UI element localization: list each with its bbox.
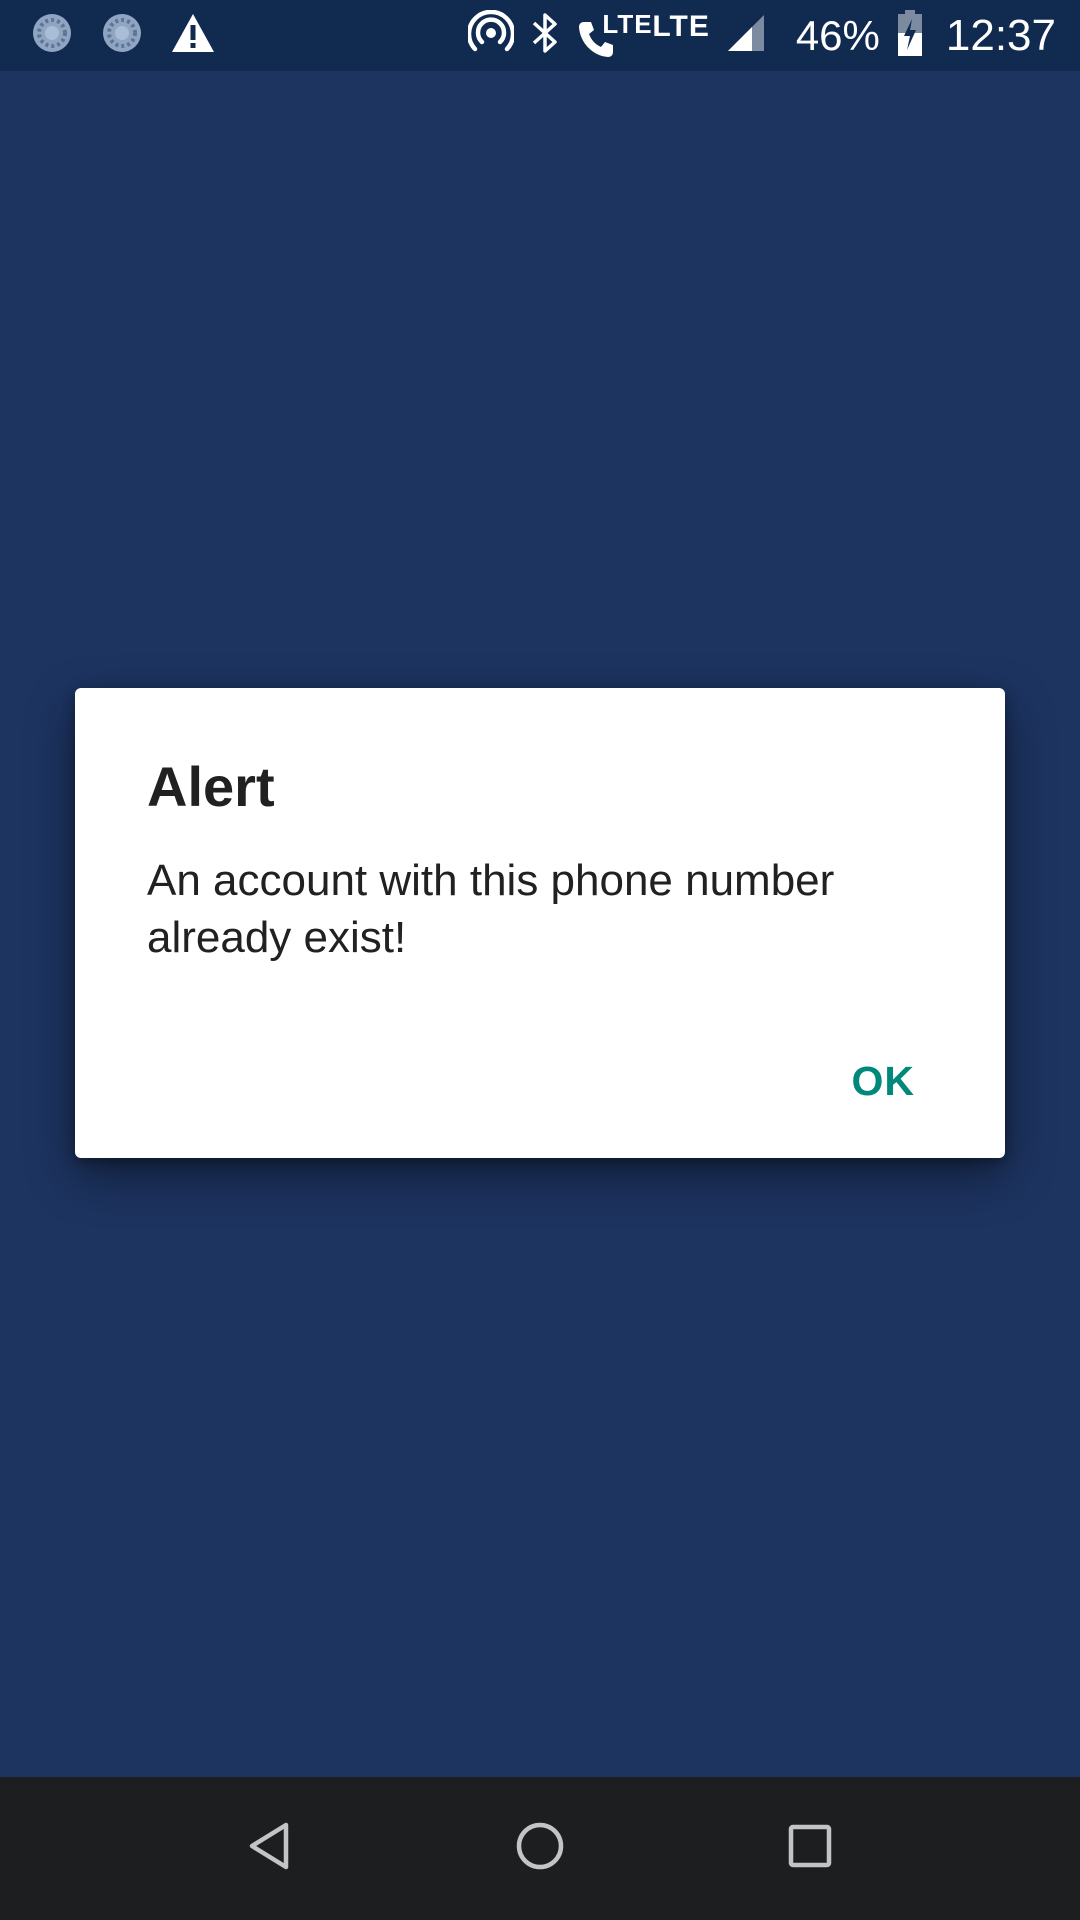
system-icons: LTE LTE 46% 12:37 <box>452 0 1056 71</box>
volte-label: LTE <box>602 8 653 39</box>
dialog-message: An account with this phone number alread… <box>147 856 835 962</box>
volte-call-icon: LTE <box>576 9 652 59</box>
back-button[interactable] <box>200 1777 340 1920</box>
sync-icon <box>30 11 74 60</box>
back-icon <box>246 1820 294 1877</box>
battery-percentage: 46% <box>795 11 880 59</box>
notification-icons <box>30 0 242 71</box>
home-icon <box>514 1820 566 1877</box>
bluetooth-icon <box>530 10 560 61</box>
ok-button[interactable]: OK <box>840 1048 928 1115</box>
recents-button[interactable] <box>740 1777 880 1920</box>
navigation-bar <box>0 1777 1080 1920</box>
recents-icon <box>787 1823 833 1874</box>
lte-icon: LTE <box>652 9 710 43</box>
hotspot-icon <box>467 9 516 61</box>
clock: 12:37 <box>945 10 1056 60</box>
sync-icon <box>100 11 144 60</box>
alert-dialog: Alert An account with this phone number … <box>75 688 1005 1158</box>
dialog-title: Alert <box>147 755 275 818</box>
home-button[interactable] <box>470 1777 610 1920</box>
status-bar: LTE LTE 46% 12:37 <box>0 0 1080 71</box>
signal-icon <box>726 13 766 58</box>
battery-charging-icon <box>896 9 924 62</box>
warning-icon <box>170 12 216 59</box>
